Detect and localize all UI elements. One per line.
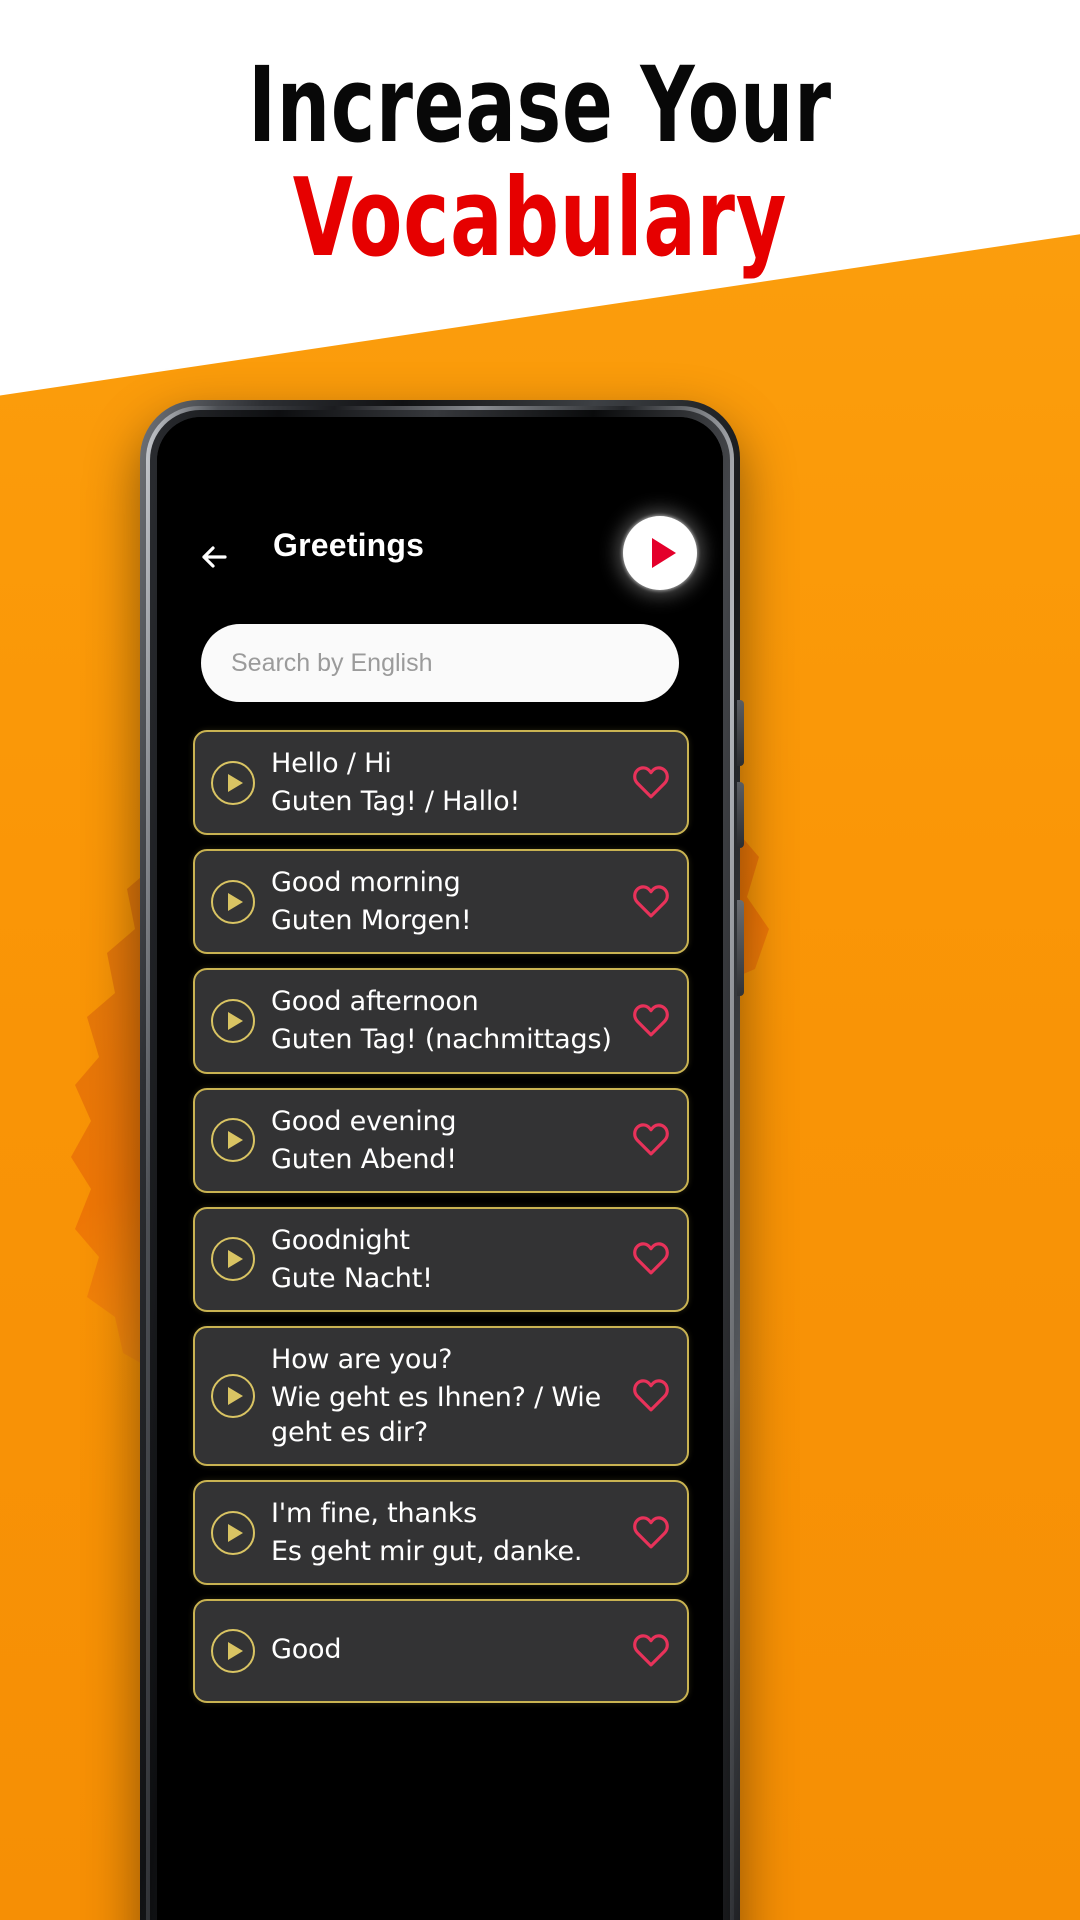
phrase-english: Good [271,1634,342,1666]
play-circle-icon[interactable] [211,879,255,924]
phrase-german: Guten Abend! [271,1143,457,1175]
play-all-button[interactable] [623,516,697,590]
phrase-card[interactable]: Goodnight Gute Nacht! [193,1206,689,1312]
phrase-card[interactable]: I'm fine, thanks Es geht mir gut, danke. [193,1480,689,1586]
phrase-english: Good morning [271,867,461,899]
phrase-card[interactable]: Good afternoon Guten Tag! (nachmittags) [193,968,689,1074]
play-circle-icon[interactable] [211,1374,255,1419]
play-circle-icon[interactable] [211,760,255,805]
app-header: Greetings [157,513,723,599]
play-circle-icon[interactable] [211,998,255,1043]
play-icon [228,1131,243,1150]
back-button[interactable] [191,531,243,583]
page-title: Greetings [273,527,425,563]
phrase-card-partial[interactable]: Good [193,1599,689,1704]
search-bar[interactable] [201,624,679,702]
play-circle-icon[interactable] [211,1510,255,1555]
phrase-english: How are you? [271,1343,453,1375]
phrase-german: Gute Nacht! [271,1262,433,1294]
heart-outline-icon[interactable] [631,1513,671,1553]
play-icon [228,1642,243,1661]
heart-outline-icon[interactable] [631,1239,671,1279]
phrase-english: I'm fine, thanks [271,1498,478,1530]
phrase-german: Guten Tag! (nachmittags) [271,1024,612,1056]
heart-outline-icon[interactable] [631,1001,671,1041]
volume-down-button[interactable] [737,782,744,848]
power-button[interactable] [737,900,744,996]
phrase-german: Guten Tag! / Hallo! [271,786,521,818]
phone-mockup: Greetings Hello / Hi Guten Tag! / Hallo! G… [140,400,744,1920]
phrase-english: Goodnight [271,1224,410,1256]
phrase-german: Es geht mir gut, danke. [271,1536,583,1568]
play-icon [651,538,676,568]
phrase-card[interactable]: Hello / Hi Guten Tag! / Hallo! [193,730,689,836]
play-circle-icon[interactable] [211,1237,255,1282]
play-icon [228,1523,243,1542]
heart-outline-icon[interactable] [631,763,671,803]
play-icon [228,1387,243,1406]
phrase-german: Wie geht es Ihnen? / Wie geht es dir? [271,1382,602,1449]
phrase-list: Hello / Hi Guten Tag! / Hallo! Good mornin… [193,730,689,1717]
volume-up-button[interactable] [737,700,744,766]
play-icon [228,773,243,792]
heart-outline-icon[interactable] [631,1631,671,1671]
play-circle-icon[interactable] [211,1629,255,1674]
search-input[interactable] [201,624,679,702]
phrase-card[interactable]: How are you? Wie geht es Ihnen? / Wie geh… [193,1325,689,1467]
play-circle-icon[interactable] [211,1118,255,1163]
promo-headline: Increase Your Vocabulary [0,52,1080,274]
phone-screen: Greetings Hello / Hi Guten Tag! / Hallo! G… [157,417,723,1920]
phrase-english: Good evening [271,1105,457,1137]
heart-outline-icon[interactable] [631,1376,671,1416]
phrase-card[interactable]: Good evening Guten Abend! [193,1087,689,1193]
phrase-english: Hello / Hi [271,748,392,779]
heart-outline-icon[interactable] [631,882,671,922]
phrase-card[interactable]: Good morning Guten Morgen! [193,849,689,955]
headline-line-2: Vocabulary [292,156,788,282]
play-icon [228,892,243,911]
heart-outline-icon[interactable] [631,1120,671,1160]
app-container: Greetings Hello / Hi Guten Tag! / Hallo! G… [157,417,723,1920]
play-icon [228,1011,243,1030]
play-icon [228,1250,243,1269]
phrase-german: Guten Morgen! [271,905,472,937]
headline-line-1: Increase Your [248,44,832,166]
back-arrow-icon [202,546,227,568]
phrase-english: Good afternoon [271,986,479,1018]
